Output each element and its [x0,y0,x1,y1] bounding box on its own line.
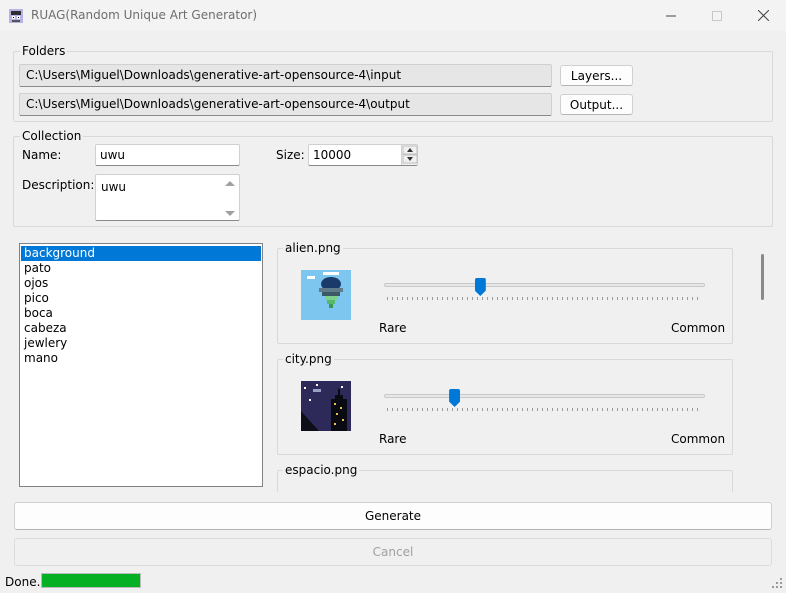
maximize-button[interactable] [694,0,740,31]
image-filename: city.png [283,352,334,366]
rare-label: Rare [379,432,407,446]
size-spinner[interactable] [401,145,418,165]
rarity-slider-ticks [387,297,702,300]
layers-button[interactable]: Layers... [560,65,633,86]
image-filename: espacio.png [283,463,360,477]
resize-grip-icon[interactable] [772,578,784,590]
list-item[interactable]: background [21,246,261,261]
layer-list[interactable]: background pato ojos pico boca cabeza je… [19,243,263,487]
list-item[interactable]: jewlery [21,336,261,351]
title-bar: RUAG(Random Unique Art Generator) [0,0,786,31]
image-thumbnail [301,270,351,320]
status-progress-bar [41,573,141,588]
status-progress-fill [42,574,140,587]
common-label: Common [671,321,726,335]
rarity-slider-ticks [387,408,702,411]
list-item[interactable]: pato [21,261,261,276]
name-input[interactable]: uwu [95,144,240,166]
list-item[interactable]: boca [21,306,261,321]
image-thumbnail [301,381,351,431]
window-title: RUAG(Random Unique Art Generator) [31,8,258,22]
input-folder-field[interactable]: C:\Users\Miguel\Downloads\generative-art… [19,64,552,87]
description-scrollbar[interactable] [223,179,237,219]
images-scrollbar[interactable] [761,254,764,300]
rarity-slider-track[interactable] [384,394,705,398]
status-text: Done. [5,575,41,589]
output-button[interactable]: Output... [560,94,633,115]
generate-button[interactable]: Generate [14,502,772,530]
minimize-button[interactable] [648,0,694,31]
close-button[interactable] [740,0,786,31]
list-item[interactable]: cabeza [21,321,261,336]
minimize-icon [666,15,676,16]
output-folder-field[interactable]: C:\Users\Miguel\Downloads\generative-art… [19,93,552,116]
cancel-button[interactable]: Cancel [14,538,772,566]
name-label: Name: [22,148,62,162]
maximize-icon [712,10,722,21]
description-text: uwu [101,180,127,194]
common-label: Common [671,432,726,446]
close-icon [757,10,769,21]
list-item[interactable]: pico [21,291,261,306]
spinner-arrows-icon [402,145,418,164]
rarity-slider-track[interactable] [384,283,705,287]
description-input[interactable]: uwu [95,174,240,221]
description-label: Description: [22,178,95,192]
app-icon [9,9,23,23]
size-label: Size: [276,148,305,162]
list-item[interactable]: mano [21,351,261,366]
list-item[interactable]: ojos [21,276,261,291]
folders-label: Folders [20,44,68,58]
image-filename: alien.png [283,241,343,255]
rare-label: Rare [379,321,407,335]
collection-label: Collection [20,129,84,143]
